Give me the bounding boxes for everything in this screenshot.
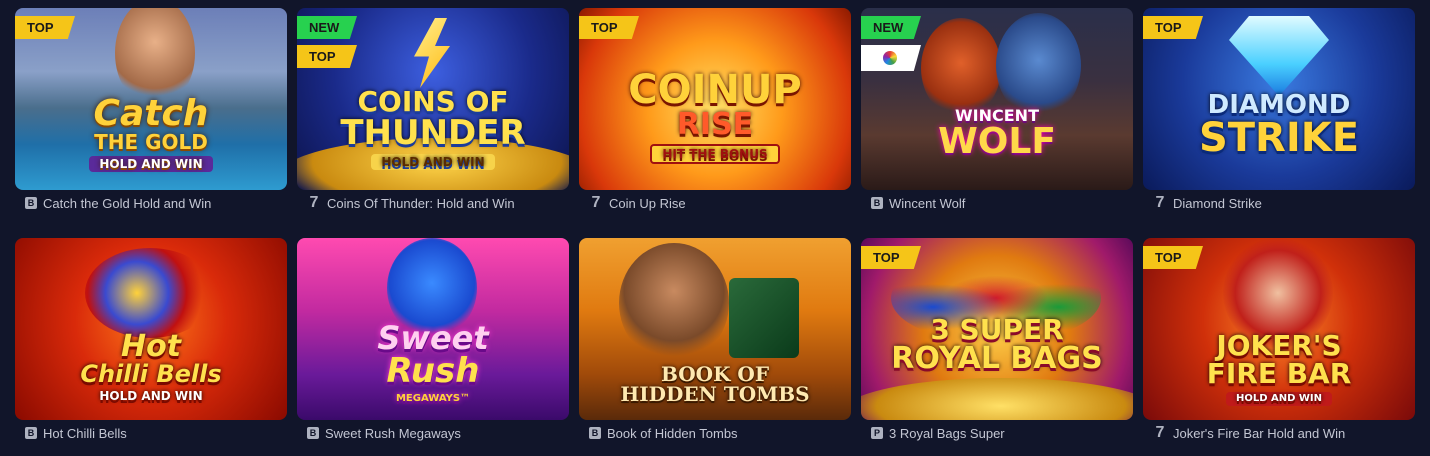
game-card-3-royal-bags-super[interactable]: 3 SUPER ROYAL BAGS TOP P 3 Royal Bags Su… [861, 238, 1133, 442]
game-name: Book of Hidden Tombs [607, 425, 738, 441]
game-card-catch-the-gold[interactable]: Catch THE GOLD HOLD AND WIN TOP B Catch … [15, 8, 287, 212]
game-name: Joker's Fire Bar Hold and Win [1173, 425, 1346, 441]
ring-badge [861, 45, 921, 71]
game-caption: B Hot Chilli Bells [15, 424, 287, 442]
badge-stack: NEW [861, 16, 921, 71]
p-square-icon: P [871, 427, 883, 439]
game-name: Hot Chilli Bells [43, 425, 127, 441]
badge-stack: TOP [861, 246, 921, 269]
game-logo: Sweet Rush MEGAWAYS™ [377, 319, 489, 404]
b-square-icon: B [307, 427, 319, 439]
seven-icon: 7 [591, 194, 601, 211]
game-card-coin-up-rise[interactable]: COINUP RISE HIT THE BONUS TOP 7 Coin Up … [579, 8, 851, 212]
badge-stack: NEW TOP [297, 16, 357, 68]
game-logo: BOOK OF HIDDEN TOMBS [620, 362, 810, 406]
seven-icon: 7 [309, 194, 319, 211]
game-thumbnail[interactable]: 3 SUPER ROYAL BAGS TOP [861, 238, 1133, 420]
fox-decoration [921, 18, 1001, 118]
b-square-icon: B [871, 197, 883, 209]
game-thumbnail[interactable]: COINUP RISE HIT THE BONUS TOP [579, 8, 851, 190]
game-thumbnail[interactable]: Sweet Rush MEGAWAYS™ [297, 238, 569, 420]
game-logo: JOKER'S FIRE BAR HOLD AND WIN [1206, 329, 1352, 406]
game-caption: B Sweet Rush Megaways [297, 424, 569, 442]
game-card-diamond-strike[interactable]: DIAMOND STRIKE TOP 7 Diamond Strike [1143, 8, 1415, 212]
game-logo: DIAMOND STRIKE [1198, 90, 1360, 161]
game-thumbnail[interactable]: Hot Chilli Bells HOLD AND WIN [15, 238, 287, 420]
game-logo: COINS OF THUNDER HOLD AND WIN [340, 85, 526, 170]
new-badge: NEW [861, 16, 921, 39]
game-logo: COINUP RISE HIT THE BONUS [579, 70, 851, 164]
seven-icon: 7 [1155, 424, 1165, 441]
game-name: Sweet Rush Megaways [325, 425, 461, 441]
top-badge: TOP [1143, 16, 1203, 39]
game-caption: B Book of Hidden Tombs [579, 424, 851, 442]
b-square-icon: B [589, 427, 601, 439]
games-grid: Catch THE GOLD HOLD AND WIN TOP B Catch … [0, 0, 1430, 456]
game-thumbnail[interactable]: COINS OF THUNDER HOLD AND WIN NEW TOP [297, 8, 569, 190]
top-badge: TOP [579, 16, 639, 39]
game-logo: WINCENT WOLF [938, 106, 1056, 162]
game-caption: 7 Coins Of Thunder: Hold and Win [297, 194, 569, 212]
game-name: Catch the Gold Hold and Win [43, 195, 212, 211]
badge-stack: TOP [1143, 246, 1203, 269]
top-badge: TOP [861, 246, 921, 269]
game-thumbnail[interactable]: DIAMOND STRIKE TOP [1143, 8, 1415, 190]
game-thumbnail[interactable]: JOKER'S FIRE BAR HOLD AND WIN TOP [1143, 238, 1415, 420]
game-card-wincent-wolf[interactable]: WINCENT WOLF NEW B Wincent Wolf [861, 8, 1133, 212]
game-card-hot-chilli-bells[interactable]: Hot Chilli Bells HOLD AND WIN B Hot Chil… [15, 238, 287, 442]
game-caption: B Wincent Wolf [861, 194, 1133, 212]
game-card-coins-of-thunder[interactable]: COINS OF THUNDER HOLD AND WIN NEW TOP 7 … [297, 8, 569, 212]
game-logo: 3 SUPER ROYAL BAGS [891, 313, 1103, 376]
badge-stack: TOP [1143, 16, 1203, 39]
game-name: Coins Of Thunder: Hold and Win [327, 195, 515, 211]
game-caption: 7 Coin Up Rise [579, 194, 851, 212]
top-badge: TOP [1143, 246, 1203, 269]
top-badge: TOP [297, 45, 357, 68]
game-thumbnail[interactable]: WINCENT WOLF NEW [861, 8, 1133, 190]
game-thumbnail[interactable]: BOOK OF HIDDEN TOMBS [579, 238, 851, 420]
book-decoration [729, 278, 799, 358]
game-name: Coin Up Rise [609, 195, 686, 211]
explorer-decoration [619, 243, 729, 363]
game-caption: 7 Joker's Fire Bar Hold and Win [1143, 424, 1415, 442]
game-name: Diamond Strike [1173, 195, 1262, 211]
game-card-sweet-rush-megaways[interactable]: Sweet Rush MEGAWAYS™ B Sweet Rush Megawa… [297, 238, 569, 442]
game-name: Wincent Wolf [889, 195, 966, 211]
game-name: 3 Royal Bags Super [889, 425, 1005, 441]
game-logo: Hot Chilli Bells HOLD AND WIN [80, 329, 222, 403]
new-badge: NEW [297, 16, 357, 39]
b-square-icon: B [25, 427, 37, 439]
game-card-jokers-fire-bar[interactable]: JOKER'S FIRE BAR HOLD AND WIN TOP 7 Joke… [1143, 238, 1415, 442]
fruit-decoration [85, 248, 215, 338]
b-square-icon: B [25, 197, 37, 209]
game-logo: Catch THE GOLD HOLD AND WIN [15, 96, 287, 172]
badge-stack: TOP [15, 16, 75, 39]
game-caption: 7 Diamond Strike [1143, 194, 1415, 212]
game-thumbnail[interactable]: Catch THE GOLD HOLD AND WIN TOP [15, 8, 287, 190]
badge-stack: TOP [579, 16, 639, 39]
seven-icon: 7 [1155, 194, 1165, 211]
game-caption: P 3 Royal Bags Super [861, 424, 1133, 442]
game-card-book-of-hidden-tombs[interactable]: BOOK OF HIDDEN TOMBS B Book of Hidden To… [579, 238, 851, 442]
color-wheel-icon [883, 51, 897, 65]
wolf-decoration [996, 13, 1081, 118]
top-badge: TOP [15, 16, 75, 39]
game-caption: B Catch the Gold Hold and Win [15, 194, 287, 212]
